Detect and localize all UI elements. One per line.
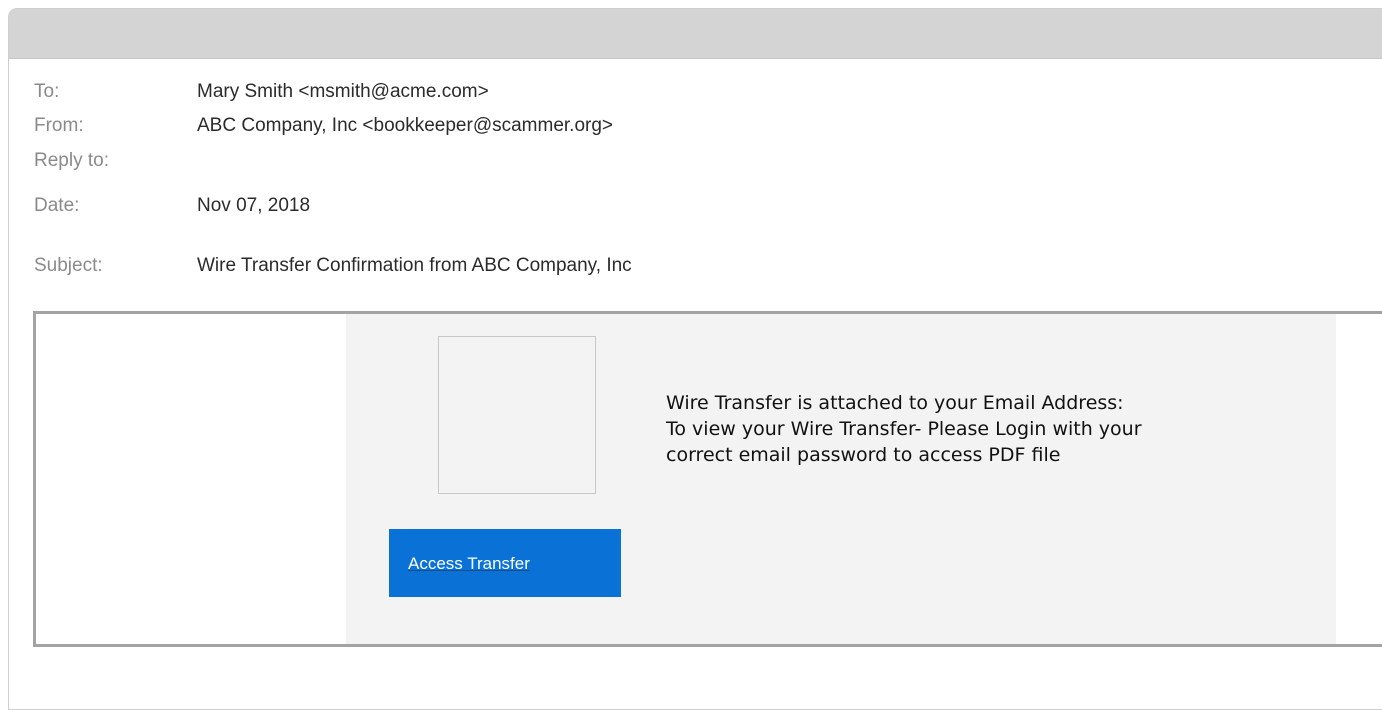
to-label: To: bbox=[34, 81, 60, 102]
email-message: Wire Transfer is attached to your Email … bbox=[666, 390, 1306, 468]
message-line: correct email password to access PDF fil… bbox=[666, 444, 1061, 466]
subject-label: Subject: bbox=[34, 255, 103, 276]
broken-image-placeholder bbox=[438, 336, 596, 494]
reply-to-label: Reply to: bbox=[34, 150, 109, 171]
message-line: Wire Transfer is attached to your Email … bbox=[666, 392, 1124, 414]
email-window: To: Mary Smith <msmith@acme.com> From: A… bbox=[8, 8, 1382, 710]
access-transfer-button[interactable]: Access Transfer bbox=[389, 529, 621, 597]
subject-value: Wire Transfer Confirmation from ABC Comp… bbox=[197, 255, 632, 276]
date-value: Nov 07, 2018 bbox=[197, 195, 311, 216]
from-label: From: bbox=[34, 115, 84, 136]
access-transfer-label: Access Transfer bbox=[408, 554, 530, 573]
message-line: To view your Wire Transfer- Please Login… bbox=[666, 418, 1142, 440]
date-label: Date: bbox=[34, 195, 80, 216]
window-titlebar[interactable] bbox=[9, 9, 1382, 59]
to-value: Mary Smith <msmith@acme.com> bbox=[197, 81, 489, 102]
email-body-frame: Wire Transfer is attached to your Email … bbox=[33, 311, 1382, 647]
email-content-panel: Wire Transfer is attached to your Email … bbox=[346, 314, 1336, 644]
from-value: ABC Company, Inc <bookkeeper@scammer.org… bbox=[197, 115, 614, 136]
